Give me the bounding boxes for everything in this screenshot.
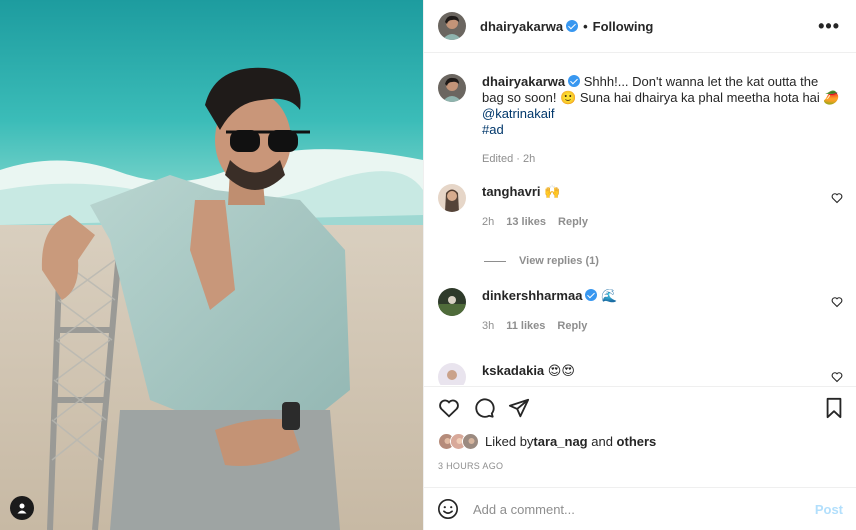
heart-icon[interactable] [831,296,843,308]
action-bar [424,386,856,432]
comment-icon[interactable] [473,397,495,419]
add-comment-input[interactable]: Add a comment... [473,502,815,517]
comment-avatar[interactable] [438,363,466,385]
author-username[interactable]: dhairyakarwa [480,19,563,34]
comment-meta: 3h 11 likes Reply [482,320,617,332]
view-replies-button[interactable]: View replies (1) [484,255,599,267]
comment-body: kskadakia 😍😍 [482,363,575,385]
post-side-panel: dhairyakarwa • Following ••• dhairyakarw… [423,0,856,530]
verified-badge-icon [585,289,598,301]
comment-username[interactable]: tanghavri [482,184,541,199]
user-tag-icon[interactable] [10,496,34,520]
comment-avatar[interactable] [438,288,466,316]
caption-avatar[interactable] [438,74,466,102]
save-icon[interactable] [824,397,844,419]
post-photo[interactable] [0,0,423,530]
post-comment-button[interactable]: Post [815,502,843,517]
separator-dot: • [583,18,588,34]
comment-body: tanghavri 🙌 2h 13 likes Reply [482,184,588,228]
reply-button[interactable]: Reply [557,320,587,332]
post-timestamp[interactable]: 3 HOURS AGO [438,461,503,471]
liked-by-prefix: Liked by [485,434,534,449]
following-button[interactable]: Following [593,19,654,34]
post-header: dhairyakarwa • Following ••• [424,0,856,53]
view-replies-label: View replies (1) [519,255,599,267]
comments-list[interactable]: dhairyakarwa Shhh!... Don't wanna let th… [424,54,856,385]
comment-item: tanghavri 🙌 2h 13 likes Reply [438,184,843,228]
like-icon[interactable] [438,397,460,419]
comment-body: dinkershharmaa 🌊 3h 11 likes Reply [482,288,617,332]
comment-likes[interactable]: 11 likes [506,320,545,332]
comment-username[interactable]: dinkershharmaa [482,288,582,303]
heart-icon[interactable] [831,371,843,383]
more-options-icon[interactable]: ••• [818,17,840,35]
mention-link[interactable]: @katrinakaif [482,106,842,122]
comment-text: 🌊 [601,288,618,303]
comment-item: kskadakia 😍😍 [438,363,843,385]
caption-body: dhairyakarwa Shhh!... Don't wanna let th… [482,74,842,167]
view-replies-line [484,260,506,262]
emoji-icon[interactable] [437,498,459,520]
share-icon[interactable] [508,397,530,419]
comment-text: 😍😍 [547,363,575,378]
comment-time: 3h [482,320,495,332]
caption-username[interactable]: dhairyakarwa [482,74,565,89]
comment-meta: 2h 13 likes Reply [482,216,588,228]
heart-icon[interactable] [831,192,843,204]
caption: dhairyakarwa Shhh!... Don't wanna let th… [438,74,843,167]
comment-item: dinkershharmaa 🌊 3h 11 likes Reply [438,288,843,332]
photo-image [0,0,423,530]
author-avatar[interactable] [438,12,466,40]
comment-likes[interactable]: 13 likes [506,216,546,228]
comment-username[interactable]: kskadakia [482,363,544,378]
liker-avatars[interactable] [438,433,479,450]
liked-by: Liked by tara_nag and others [438,433,656,450]
reply-button[interactable]: Reply [558,216,588,228]
liked-by-others[interactable]: others [617,434,657,449]
liked-by-suffix: and [587,434,617,449]
liker-avatar [462,433,479,450]
verified-badge-icon [566,20,579,32]
comment-avatar[interactable] [438,184,466,212]
liked-by-user[interactable]: tara_nag [533,434,587,449]
hashtag-link[interactable]: #ad [482,122,842,138]
comment-time: 2h [482,216,495,228]
caption-edited-time: Edited · 2h [482,153,536,165]
verified-badge-icon [568,75,581,87]
comment-text: 🙌 [544,184,561,199]
add-comment-bar: Add a comment... Post [424,487,856,530]
